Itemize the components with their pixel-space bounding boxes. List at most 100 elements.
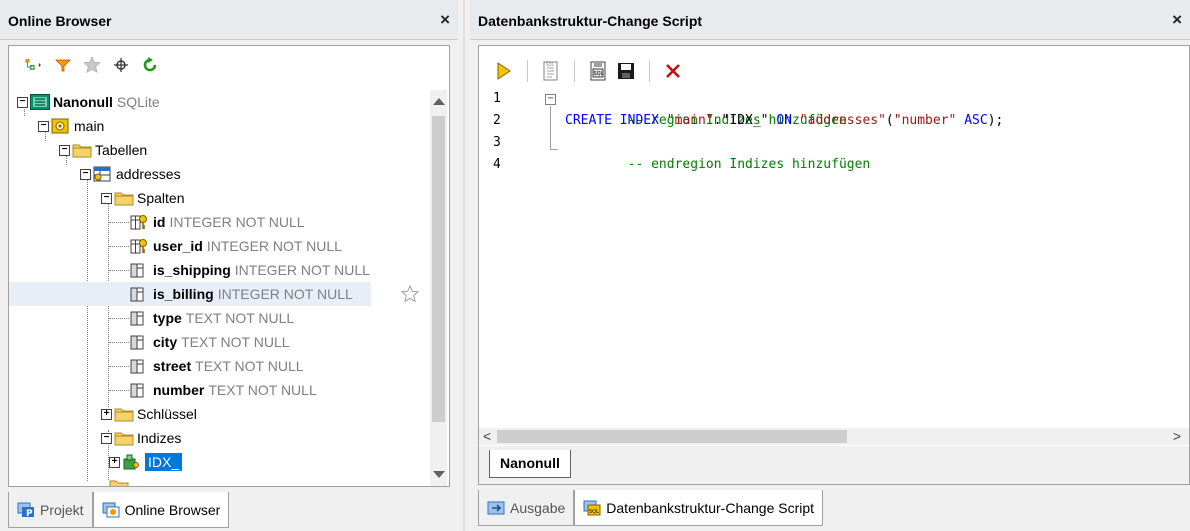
expand-toggle[interactable]: + (101, 408, 112, 420)
tree-connector (109, 222, 129, 223)
column-name: id (153, 214, 166, 230)
folder-icon (109, 478, 129, 486)
tree-node-tabellen[interactable]: − Tabellen (59, 138, 147, 162)
scroll-thumb[interactable] (432, 116, 445, 422)
tree-node-main[interactable]: − main (38, 114, 104, 138)
tab-label: Projekt (40, 501, 84, 518)
add-object-icon[interactable] (25, 56, 43, 74)
tree-node-spalten[interactable]: − Spalten (101, 186, 184, 210)
save-icon[interactable] (617, 62, 635, 80)
column-street[interactable]: street TEXT NOT NULL (130, 354, 304, 378)
line-number: 4 (493, 157, 501, 172)
refresh-icon[interactable] (141, 56, 159, 74)
script-code-area[interactable]: 1 2 3 4 − -- region Indizes hinzufügen C… (479, 88, 1189, 428)
close-online-browser-button[interactable]: × (440, 10, 450, 30)
tree-connector (109, 270, 129, 271)
column-number[interactable]: number TEXT NOT NULL (130, 378, 317, 402)
tree-connector (109, 342, 129, 343)
punctuation: ( (885, 113, 894, 128)
tree-connector (109, 366, 129, 367)
column-type: TEXT NOT NULL (181, 334, 290, 350)
tables-folder-label: Tabellen (95, 142, 148, 158)
scroll-right-arrow[interactable]: > (1173, 428, 1181, 445)
line-number: 1 (493, 91, 501, 106)
column-type-row[interactable]: type TEXT NOT NULL (130, 306, 294, 330)
change-script-toolbar: SQL SQL (495, 58, 682, 84)
tab-label: Datenbankstruktur-Change Script (606, 499, 815, 516)
online-browser-titlebar: Online Browser × (0, 0, 458, 40)
keyword: ASC (964, 113, 988, 128)
column-name: number (153, 382, 205, 398)
column-icon (130, 334, 148, 350)
column-type: TEXT NOT NULL (195, 358, 304, 374)
fold-guide-end (550, 149, 558, 150)
tree-vertical-scrollbar[interactable] (430, 90, 447, 486)
online-browser-toolbar (25, 54, 159, 76)
toolbar-separator (574, 60, 575, 82)
index-icon (122, 454, 140, 470)
column-city[interactable]: city TEXT NOT NULL (130, 330, 290, 354)
identifier: "IDX_" (721, 113, 769, 128)
tree-node-nanonull[interactable]: − Nanonull SQLite (17, 90, 160, 114)
column-icon (130, 382, 148, 398)
svg-text:SQL: SQL (546, 62, 555, 67)
collapse-toggle[interactable]: − (80, 168, 91, 180)
run-script-icon[interactable] (495, 62, 513, 80)
column-user-id[interactable]: user_id INTEGER NOT NULL (130, 234, 342, 258)
tab-ausgabe[interactable]: Ausgabe (478, 490, 575, 526)
output-icon (487, 500, 505, 516)
column-type: INTEGER NOT NULL (234, 262, 370, 278)
column-is-billing[interactable]: is_billing INTEGER NOT NULL (9, 282, 371, 306)
tree-node-idx[interactable]: + IDX_ (109, 450, 183, 474)
change-script-icon: SQL (583, 500, 601, 516)
column-id[interactable]: id INTEGER NOT NULL (130, 210, 305, 234)
editor-horizontal-scrollbar[interactable]: < > (479, 428, 1189, 445)
change-script-title: Datenbankstruktur-Change Script (478, 13, 703, 29)
folder-icon (114, 190, 134, 206)
tree-node-addresses[interactable]: − addresses (80, 162, 181, 186)
columns-folder-label: Spalten (137, 190, 185, 206)
tree-connector (109, 318, 129, 319)
column-name: is_shipping (153, 262, 231, 278)
collapse-toggle[interactable]: − (38, 120, 49, 132)
online-browser-title: Online Browser (8, 13, 112, 29)
column-is-shipping[interactable]: is_shipping INTEGER NOT NULL (130, 258, 370, 282)
filter-icon[interactable] (54, 56, 72, 74)
column-type: INTEGER NOT NULL (169, 214, 305, 230)
column-icon (130, 310, 148, 326)
table-icon (93, 166, 111, 182)
favorites-icon[interactable] (83, 56, 101, 74)
delete-script-icon[interactable] (664, 62, 682, 80)
close-change-script-button[interactable]: × (1172, 10, 1182, 30)
tab-nanonull[interactable]: Nanonull (489, 450, 571, 478)
tab-change-script[interactable]: SQL Datenbankstruktur-Change Script (574, 490, 824, 526)
tab-online-browser[interactable]: Online Browser (92, 492, 230, 528)
collapse-toggle[interactable]: − (17, 96, 28, 108)
tree-node-schluessel[interactable]: + Schlüssel (101, 402, 197, 426)
fold-region-toggle[interactable]: − (545, 94, 556, 105)
tree-node-partial (109, 474, 132, 486)
column-icon (130, 262, 148, 278)
svg-text:P: P (26, 509, 33, 518)
scroll-thumb[interactable] (497, 430, 847, 443)
keys-folder-label: Schlüssel (137, 406, 197, 422)
scroll-left-arrow[interactable]: < (483, 428, 491, 445)
collapse-toggle[interactable]: − (101, 432, 112, 444)
add-favorite-star-icon[interactable] (400, 284, 420, 306)
column-name: street (153, 358, 192, 374)
column-type: TEXT NOT NULL (208, 382, 317, 398)
toolbar-separator (649, 60, 650, 82)
scroll-up-arrow[interactable] (433, 98, 445, 105)
tree-node-indizes[interactable]: − Indizes (101, 426, 181, 450)
scroll-down-arrow[interactable] (433, 471, 445, 478)
save-as-sql-icon[interactable]: SQL (589, 61, 607, 81)
panel-splitter[interactable] (458, 0, 470, 531)
open-in-sql-editor-icon[interactable]: SQL (542, 61, 560, 81)
locate-icon[interactable] (112, 56, 130, 74)
collapse-toggle[interactable]: − (101, 192, 112, 204)
code-line-1: -- region Indizes hinzufügen (565, 88, 847, 128)
expand-toggle[interactable]: + (109, 456, 120, 468)
tab-projekt[interactable]: P Projekt (8, 492, 93, 528)
collapse-toggle[interactable]: − (59, 144, 70, 156)
punctuation: . (713, 113, 722, 128)
